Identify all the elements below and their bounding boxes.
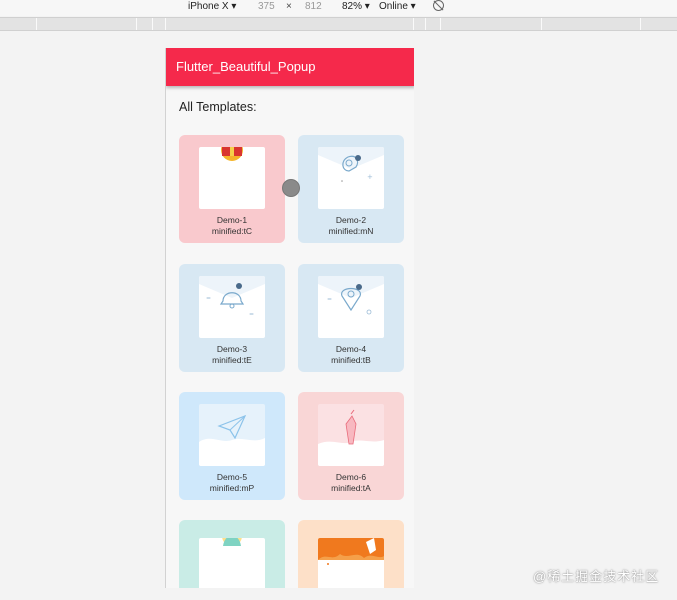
card-title: Demo-4 — [335, 344, 367, 354]
touch-cursor — [282, 179, 300, 197]
popup-preview — [199, 538, 265, 588]
card-title: Demo-6 — [335, 472, 367, 482]
card-subtitle: minified:mP — [209, 483, 255, 493]
network-throttle-select[interactable]: Online ▾ — [379, 1, 416, 12]
width-field[interactable]: 375 — [258, 1, 275, 12]
card-subtitle: minified:mN — [328, 226, 374, 236]
template-card-demo-3[interactable]: = = Demo-3 minified:tE — [179, 264, 285, 372]
popup-preview — [199, 147, 265, 209]
card-title: Demo-5 — [216, 472, 248, 482]
bell-icon: = = — [199, 276, 265, 318]
template-card-demo-4[interactable]: = Demo-4 minified:tB — [298, 264, 404, 372]
paper-plane-icon — [199, 414, 265, 466]
card-title: Demo-1 — [216, 215, 248, 225]
svg-text:+: + — [367, 173, 373, 181]
flame-banner-icon — [318, 538, 384, 565]
template-card-demo-7[interactable] — [179, 520, 285, 588]
card-subtitle: minified:tC — [211, 226, 253, 236]
section-title: All Templates: — [179, 100, 257, 114]
popup-preview — [318, 404, 384, 466]
device-viewport: Flutter_Beautiful_Popup All Templates: D… — [165, 48, 414, 588]
rocket-icon — [318, 409, 384, 466]
popup-preview: = — [318, 276, 384, 338]
device-toolbar: iPhone X ▾ 375 × 812 82% ▾ Online ▾ — [0, 0, 677, 16]
dimension-separator: × — [286, 1, 292, 12]
app-bar: Flutter_Beautiful_Popup — [166, 48, 414, 86]
card-title: Demo-2 — [335, 215, 367, 225]
card-subtitle: minified:tE — [212, 355, 252, 365]
height-field[interactable]: 812 — [305, 1, 322, 12]
template-card-demo-8[interactable] — [298, 520, 404, 588]
template-card-demo-5[interactable]: Demo-5 minified:mP — [179, 392, 285, 500]
zoom-select[interactable]: 82% ▾ — [342, 1, 370, 12]
media-query-bar[interactable] — [0, 17, 677, 31]
map-pin-icon: = — [318, 276, 384, 315]
watermark-text: @稀土掘金技术社区 — [533, 569, 660, 584]
rotate-icon[interactable] — [433, 0, 444, 11]
card-subtitle: minified:tB — [331, 355, 371, 365]
app-title: Flutter_Beautiful_Popup — [176, 59, 316, 74]
template-card-demo-6[interactable]: Demo-6 minified:tA — [298, 392, 404, 500]
popup-preview — [199, 404, 265, 466]
popup-preview: = = — [199, 276, 265, 338]
popup-preview: + — [318, 147, 384, 209]
character-icon — [222, 538, 242, 546]
location-icon: + — [318, 147, 384, 182]
template-card-demo-2[interactable]: + Demo-2 minified:mN — [298, 135, 404, 243]
svg-text:=: = — [327, 296, 332, 303]
svg-text:=: = — [249, 311, 254, 318]
gift-icon — [221, 147, 243, 161]
popup-preview — [318, 538, 384, 588]
svg-text:=: = — [206, 295, 211, 302]
template-card-demo-1[interactable]: Demo-1 minified:tC — [179, 135, 285, 243]
card-title: Demo-3 — [216, 344, 248, 354]
card-subtitle: minified:tA — [331, 483, 371, 493]
device-select[interactable]: iPhone X ▾ — [188, 1, 236, 12]
